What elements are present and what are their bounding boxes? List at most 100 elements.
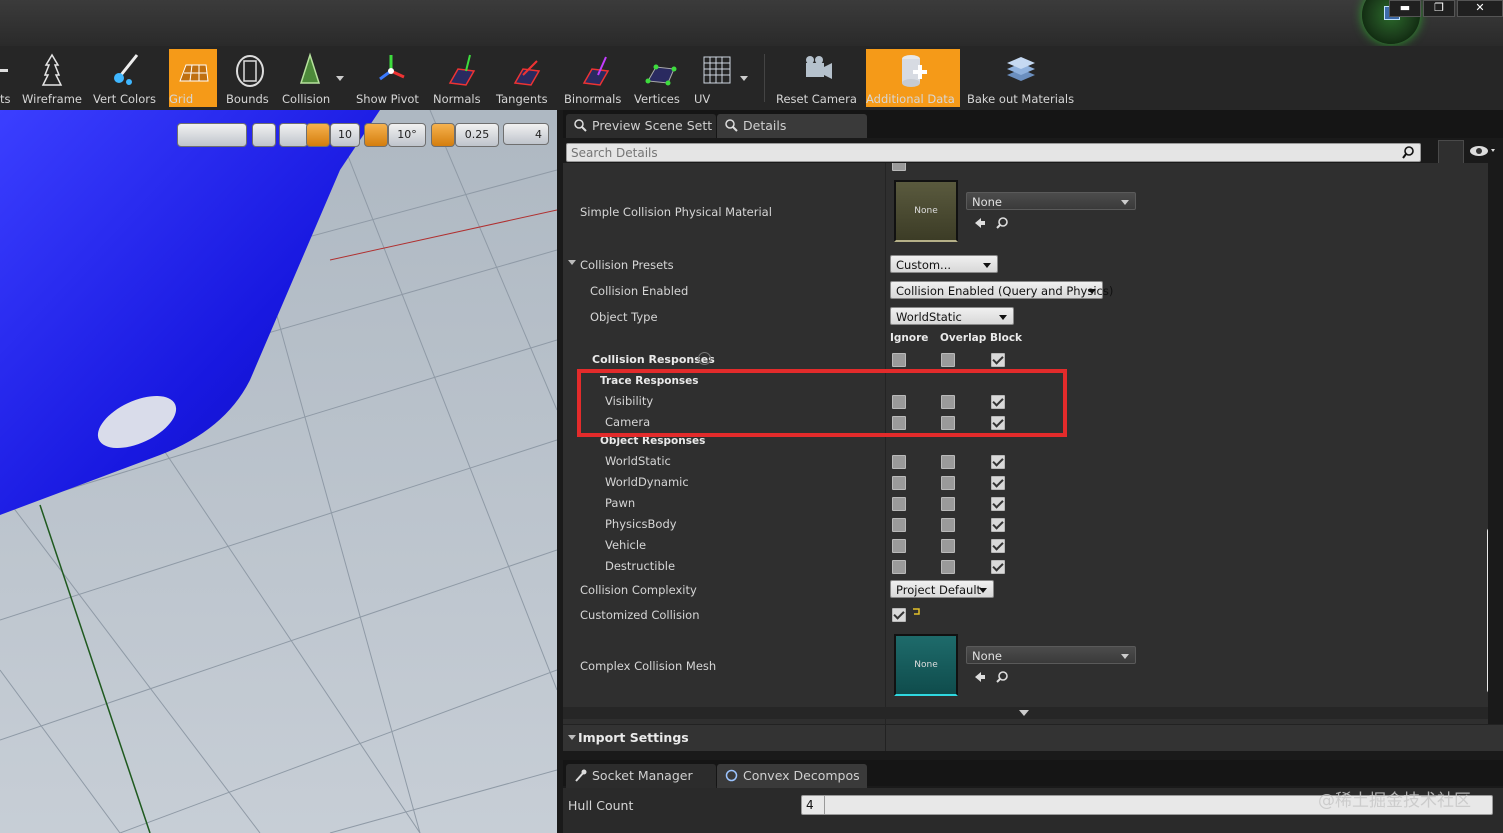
toolbar-partial-button[interactable]: ts (0, 49, 12, 107)
collision-enabled-dropdown[interactable]: Collision Enabled (Query and Physics) (890, 281, 1113, 299)
complex-collision-mesh-label: Complex Collision Mesh (580, 659, 717, 673)
restore-button[interactable]: ❐ (1423, 0, 1455, 17)
minimize-button[interactable]: ▬ (1389, 0, 1421, 17)
overlap-checkbox[interactable] (941, 455, 955, 469)
overlap-checkbox[interactable] (941, 395, 955, 409)
block-column-header: Block (990, 332, 1023, 344)
details-icon (725, 119, 738, 132)
column-divider[interactable] (885, 163, 886, 751)
overlap-checkbox[interactable] (941, 476, 955, 490)
block-checkbox[interactable] (991, 455, 1005, 469)
details-list: Simple Collision Physical Material None … (563, 163, 1488, 751)
additional-data-button[interactable]: Additional Data (866, 49, 960, 107)
object-type-dropdown[interactable]: WorldStatic (890, 307, 1014, 325)
checkbox[interactable] (892, 163, 906, 171)
overlap-checkbox[interactable] (941, 416, 955, 430)
normals-button[interactable]: Normals (433, 49, 489, 107)
scale-snap-value[interactable]: 0.25 (455, 123, 499, 147)
rotation-snap-toggle-icon[interactable] (364, 123, 388, 147)
advanced-expander[interactable] (563, 707, 1488, 719)
overlap-checkbox[interactable] (941, 497, 955, 511)
overlap-checkbox[interactable] (941, 518, 955, 532)
tangents-button[interactable]: Tangents (496, 49, 556, 107)
overlap-checkbox[interactable] (941, 539, 955, 553)
collision-presets-expander-icon[interactable] (568, 260, 576, 265)
tab-socket-manager[interactable]: Socket Manager (566, 764, 716, 788)
show-pivot-button[interactable]: Show Pivot (356, 49, 426, 107)
use-selected-arrow-icon[interactable] (973, 670, 987, 684)
column-divider (885, 725, 886, 751)
ignore-checkbox[interactable] (892, 395, 906, 409)
surface-snap-toggle[interactable] (279, 123, 308, 147)
wireframe-button[interactable]: Wireframe (22, 49, 82, 107)
import-settings-label: Import Settings (578, 730, 689, 745)
local-world-toggle[interactable] (252, 123, 276, 147)
bake-out-materials-button[interactable]: Bake out Materials (967, 49, 1075, 107)
block-checkbox[interactable] (991, 416, 1005, 430)
ignore-checkbox[interactable] (892, 539, 906, 553)
search-icon[interactable] (1402, 146, 1415, 159)
tab-convex-label: Convex Decompos (743, 768, 860, 783)
uv-dropdown-arrow-icon[interactable] (740, 76, 748, 81)
uv-button[interactable]: UV (694, 49, 740, 107)
all-block-checkbox[interactable] (991, 353, 1005, 367)
tab-convex-decomposition[interactable]: Convex Decompos (717, 764, 867, 788)
response-row-label: Vehicle (605, 538, 647, 552)
import-settings-header[interactable]: Import Settings (563, 724, 1503, 751)
collision-complexity-dropdown[interactable]: Project Default (890, 580, 994, 598)
grid-snap-toggle-icon[interactable] (306, 123, 330, 147)
customized-collision-checkbox[interactable] (892, 608, 906, 622)
block-checkbox[interactable] (991, 518, 1005, 532)
close-button[interactable]: ✕ (1457, 0, 1503, 17)
camera-speed-value[interactable]: 4 (503, 123, 549, 145)
grid-icon (179, 64, 209, 82)
grid-button[interactable]: Grid (169, 49, 217, 107)
physical-material-thumbnail[interactable]: None (894, 180, 958, 242)
collision-button[interactable]: Collision (282, 49, 338, 107)
use-selected-arrow-icon[interactable] (973, 216, 987, 230)
ignore-checkbox[interactable] (892, 497, 906, 511)
browse-magnifier-icon[interactable] (995, 670, 1009, 684)
property-matrix-icon[interactable] (1438, 140, 1464, 164)
vert-colors-button[interactable]: Vert Colors (93, 49, 159, 107)
rotation-snap-value[interactable]: 10° (388, 123, 426, 147)
viewport[interactable]: 10 10° 0.25 4 (0, 110, 557, 833)
ignore-checkbox[interactable] (892, 560, 906, 574)
convex-icon (725, 769, 738, 782)
all-overlap-checkbox[interactable] (941, 353, 955, 367)
block-checkbox[interactable] (991, 497, 1005, 511)
ignore-checkbox[interactable] (892, 518, 906, 532)
transform-mode-group[interactable] (177, 123, 247, 147)
block-checkbox[interactable] (991, 539, 1005, 553)
ignore-checkbox[interactable] (892, 455, 906, 469)
details-panel: Preview Scene Sett Details Simple Collis… (563, 110, 1503, 833)
reset-to-default-icon[interactable] (911, 607, 921, 617)
block-checkbox[interactable] (991, 395, 1005, 409)
bounds-button[interactable]: Bounds (226, 49, 274, 107)
ignore-checkbox[interactable] (892, 416, 906, 430)
all-ignore-checkbox[interactable] (892, 353, 906, 367)
reset-camera-button[interactable]: Reset Camera (776, 49, 858, 107)
collision-dropdown-arrow-icon[interactable] (336, 76, 344, 81)
collision-presets-label: Collision Presets (580, 258, 674, 272)
collision-mesh-thumbnail[interactable]: None (894, 634, 958, 696)
grid-snap-value[interactable]: 10 (330, 123, 360, 147)
eye-icon[interactable] (1468, 142, 1498, 160)
search-input[interactable] (571, 144, 1391, 161)
collision-mesh-combo[interactable]: None (966, 646, 1136, 664)
details-scrollbar[interactable] (1487, 528, 1488, 693)
tab-preview-scene-settings[interactable]: Preview Scene Sett (566, 114, 716, 138)
vertices-button[interactable]: Vertices (634, 49, 688, 107)
collision-enabled-label: Collision Enabled (590, 284, 689, 298)
scale-snap-toggle-icon[interactable] (431, 123, 455, 147)
collision-presets-dropdown[interactable]: Custom... (890, 255, 998, 273)
tab-details[interactable]: Details (717, 114, 867, 138)
block-checkbox[interactable] (991, 560, 1005, 574)
physical-material-combo[interactable]: None (966, 192, 1136, 210)
block-checkbox[interactable] (991, 476, 1005, 490)
help-icon[interactable] (698, 352, 711, 365)
binormals-button[interactable]: Binormals (564, 49, 626, 107)
overlap-checkbox[interactable] (941, 560, 955, 574)
browse-magnifier-icon[interactable] (995, 216, 1009, 230)
ignore-checkbox[interactable] (892, 476, 906, 490)
